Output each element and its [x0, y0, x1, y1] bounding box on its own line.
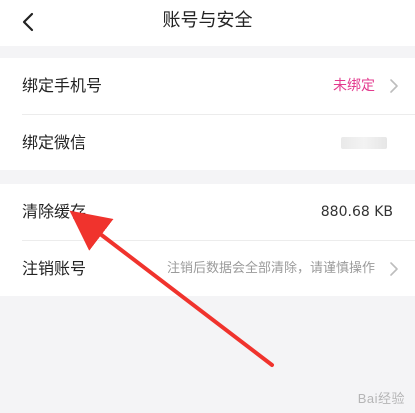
chevron-left-icon: [22, 12, 34, 32]
cache-size: 880.68 KB: [320, 204, 393, 220]
bind-phone-status: 未绑定: [333, 78, 375, 94]
clear-cache-label: 清除缓存: [22, 202, 87, 221]
back-button[interactable]: [14, 8, 42, 36]
page-title: 账号与安全: [162, 10, 253, 31]
delete-account-hint: 注销后数据会全部清除，请谨慎操作: [166, 261, 375, 276]
delete-account-label: 注销账号: [22, 259, 87, 278]
bind-phone-label: 绑定手机号: [22, 76, 103, 95]
bind-phone-row[interactable]: 绑定手机号 未绑定: [0, 58, 415, 114]
header-bar: 账号与安全: [0, 0, 415, 46]
bind-wechat-label: 绑定微信: [22, 133, 87, 152]
binding-group: 绑定手机号 未绑定 绑定微信: [0, 58, 415, 170]
chevron-right-icon: [390, 262, 398, 276]
wechat-name-redacted: [341, 137, 387, 149]
chevron-right-icon: [390, 79, 398, 93]
watermark: Bai经验: [357, 391, 405, 406]
clear-cache-row[interactable]: 清除缓存 880.68 KB: [0, 184, 415, 240]
delete-account-row[interactable]: 注销账号 注销后数据会全部清除，请谨慎操作: [0, 241, 415, 297]
account-group: 清除缓存 880.68 KB 注销账号 注销后数据会全部清除，请谨慎操作: [0, 184, 415, 296]
bind-wechat-row[interactable]: 绑定微信: [0, 115, 415, 171]
